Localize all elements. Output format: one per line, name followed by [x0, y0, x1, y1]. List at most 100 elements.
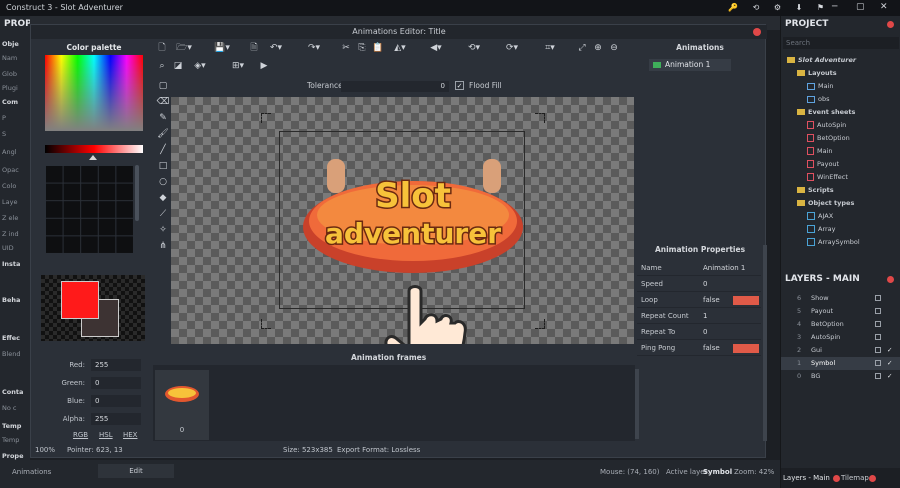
prop-value[interactable]: 0 — [703, 277, 707, 292]
tree-item[interactable]: Object types — [797, 199, 854, 207]
alpha-input[interactable]: 255 — [91, 413, 141, 425]
undo-icon[interactable]: ↶▾ — [267, 41, 285, 55]
lock-icon[interactable] — [875, 334, 881, 340]
layer-row[interactable]: 5 Payout — [781, 305, 900, 318]
rotate-cw-icon[interactable]: ⟳▾ — [503, 41, 521, 55]
ellipse-icon[interactable]: ○ — [156, 175, 170, 189]
format-rgb-link[interactable]: RGB — [73, 431, 88, 439]
prop-value[interactable]: Animation 1 — [703, 261, 745, 276]
flood-fill-checkbox[interactable]: ✓ — [455, 81, 464, 90]
layer-row[interactable]: 0 BG ✓ — [781, 370, 900, 383]
prop-value[interactable]: 1 — [703, 309, 707, 324]
visibility-check-icon[interactable]: ✓ — [887, 370, 892, 383]
rotate-ccw-icon[interactable]: ⟲▾ — [465, 41, 483, 55]
layers-icon[interactable]: ◈▾ — [191, 59, 209, 73]
layer-row[interactable]: 1 Symbol ✓ — [781, 357, 900, 370]
grid-icon[interactable]: ⊞▾ — [229, 59, 247, 73]
tree-item[interactable]: BetOption — [807, 134, 850, 142]
close-window-icon[interactable]: ✕ — [880, 2, 888, 12]
tree-item[interactable]: Array — [807, 225, 836, 233]
tree-item[interactable]: Main — [807, 82, 834, 90]
layers-close-icon[interactable] — [887, 276, 894, 283]
shade-slider[interactable] — [45, 145, 143, 153]
pencil-icon[interactable]: ✎ — [156, 111, 170, 125]
format-hsl-link[interactable]: HSL — [99, 431, 113, 439]
lock-icon[interactable] — [875, 373, 881, 379]
redo-icon[interactable]: ↷▾ — [305, 41, 323, 55]
tree-item[interactable]: Payout — [807, 160, 839, 168]
color-spectrum[interactable] — [45, 55, 143, 131]
animation-list-item[interactable]: Animation 1 — [649, 59, 731, 71]
prop-repeat-count-row[interactable]: Repeat Count 1 — [637, 309, 761, 324]
tree-item[interactable]: Scripts — [797, 186, 834, 194]
saved-swatches[interactable] — [45, 165, 133, 253]
image-canvas[interactable]: Slot adventurer — [171, 97, 634, 344]
crop-icon[interactable]: ⌗▾ — [541, 41, 559, 55]
tree-item[interactable]: Slot Adventurer — [787, 56, 856, 64]
green-input[interactable]: 0 — [91, 377, 141, 389]
play-preview-icon[interactable]: ▶ — [257, 59, 271, 73]
origin-point-icon[interactable]: ✧ — [156, 223, 170, 237]
open-folder-icon[interactable]: 🗁▾ — [175, 41, 193, 55]
visibility-check-icon[interactable]: ✓ — [887, 344, 892, 357]
paste-icon[interactable]: 📋 — [371, 41, 385, 55]
save-icon[interactable]: 💾▾ — [213, 41, 231, 55]
minimize-icon[interactable]: ─ — [832, 2, 837, 12]
prop-speed-row[interactable]: Speed 0 — [637, 277, 761, 292]
tree-item[interactable]: WinEffect — [807, 173, 848, 181]
shade-slider-handle[interactable] — [89, 155, 97, 160]
prop-value[interactable]: 0 — [703, 325, 707, 340]
eraser-icon[interactable]: ⌫ — [156, 95, 170, 109]
tree-item[interactable]: AutoSpin — [807, 121, 846, 129]
prop-repeat-to-row[interactable]: Repeat To 0 — [637, 325, 761, 340]
swatches-scrollbar[interactable] — [135, 165, 139, 221]
zoom-out-icon[interactable]: ⊖ — [607, 41, 621, 55]
tree-item[interactable]: Main — [807, 147, 833, 155]
tolerance-input[interactable]: 0 — [341, 81, 449, 92]
loop-toggle[interactable] — [733, 296, 759, 305]
lock-icon[interactable] — [875, 347, 881, 353]
layer-row[interactable]: 4 BetOption — [781, 318, 900, 331]
maximize-icon[interactable]: ▢ — [856, 2, 865, 12]
lock-icon[interactable] — [875, 295, 881, 301]
rectangle-icon[interactable]: □ — [156, 159, 170, 173]
select-rect-icon[interactable]: ▢ — [156, 79, 170, 93]
lock-icon[interactable] — [875, 360, 881, 366]
prop-ping-pong-row[interactable]: Ping Pong false — [637, 341, 761, 356]
blue-input[interactable]: 0 — [91, 395, 141, 407]
project-close-icon[interactable] — [887, 21, 894, 28]
prop-loop-row[interactable]: Loop false — [637, 293, 761, 308]
tab-close-icon[interactable] — [833, 475, 840, 482]
fill-bucket-icon[interactable]: ◆ — [156, 191, 170, 205]
properties-scrollbar[interactable] — [763, 245, 767, 441]
cut-icon[interactable]: ✂ — [339, 41, 353, 55]
tree-item[interactable]: Event sheets — [797, 108, 855, 116]
lock-icon[interactable] — [875, 308, 881, 314]
zoom-tool-icon[interactable]: ⌕ — [155, 59, 169, 73]
visibility-check-icon[interactable]: ✓ — [887, 357, 892, 370]
resize-handle[interactable] — [261, 319, 271, 329]
prop-name-row[interactable]: Name Animation 1 — [637, 261, 761, 276]
tree-item[interactable]: ArraySymbol — [807, 238, 860, 246]
line-icon[interactable]: ╱ — [156, 143, 170, 157]
lock-icon[interactable] — [875, 321, 881, 327]
titlebar-icons[interactable]: 🔑 ⟲ ⚙ ⬇ ⚑ — [728, 3, 830, 12]
tree-item[interactable]: Layouts — [797, 69, 837, 77]
layer-row[interactable]: 2 Gui ✓ — [781, 344, 900, 357]
tab-close-icon[interactable] — [869, 475, 876, 482]
flip-horizontal-icon[interactable]: ◭▾ — [391, 41, 409, 55]
grid-toggle-icon[interactable]: ◪ — [171, 59, 185, 73]
ping-pong-toggle[interactable] — [733, 344, 759, 353]
flip-vertical-icon[interactable]: ◀▾ — [427, 41, 445, 55]
layer-row[interactable]: 6 Show — [781, 292, 900, 305]
resize-icon[interactable]: ⤢ — [575, 41, 589, 55]
tree-item[interactable]: AJAX — [807, 212, 833, 220]
layer-row[interactable]: 3 AutoSpin — [781, 331, 900, 344]
project-search-input[interactable]: Search — [783, 37, 899, 49]
frame-thumbnail[interactable]: 0 — [155, 370, 209, 440]
tab-layers-main[interactable]: Layers - Main — [783, 474, 830, 482]
resize-handle[interactable] — [261, 113, 271, 123]
copy-icon[interactable]: ⎘ — [355, 41, 369, 55]
resize-handle[interactable] — [535, 319, 545, 329]
close-dialog-icon[interactable] — [753, 28, 761, 36]
